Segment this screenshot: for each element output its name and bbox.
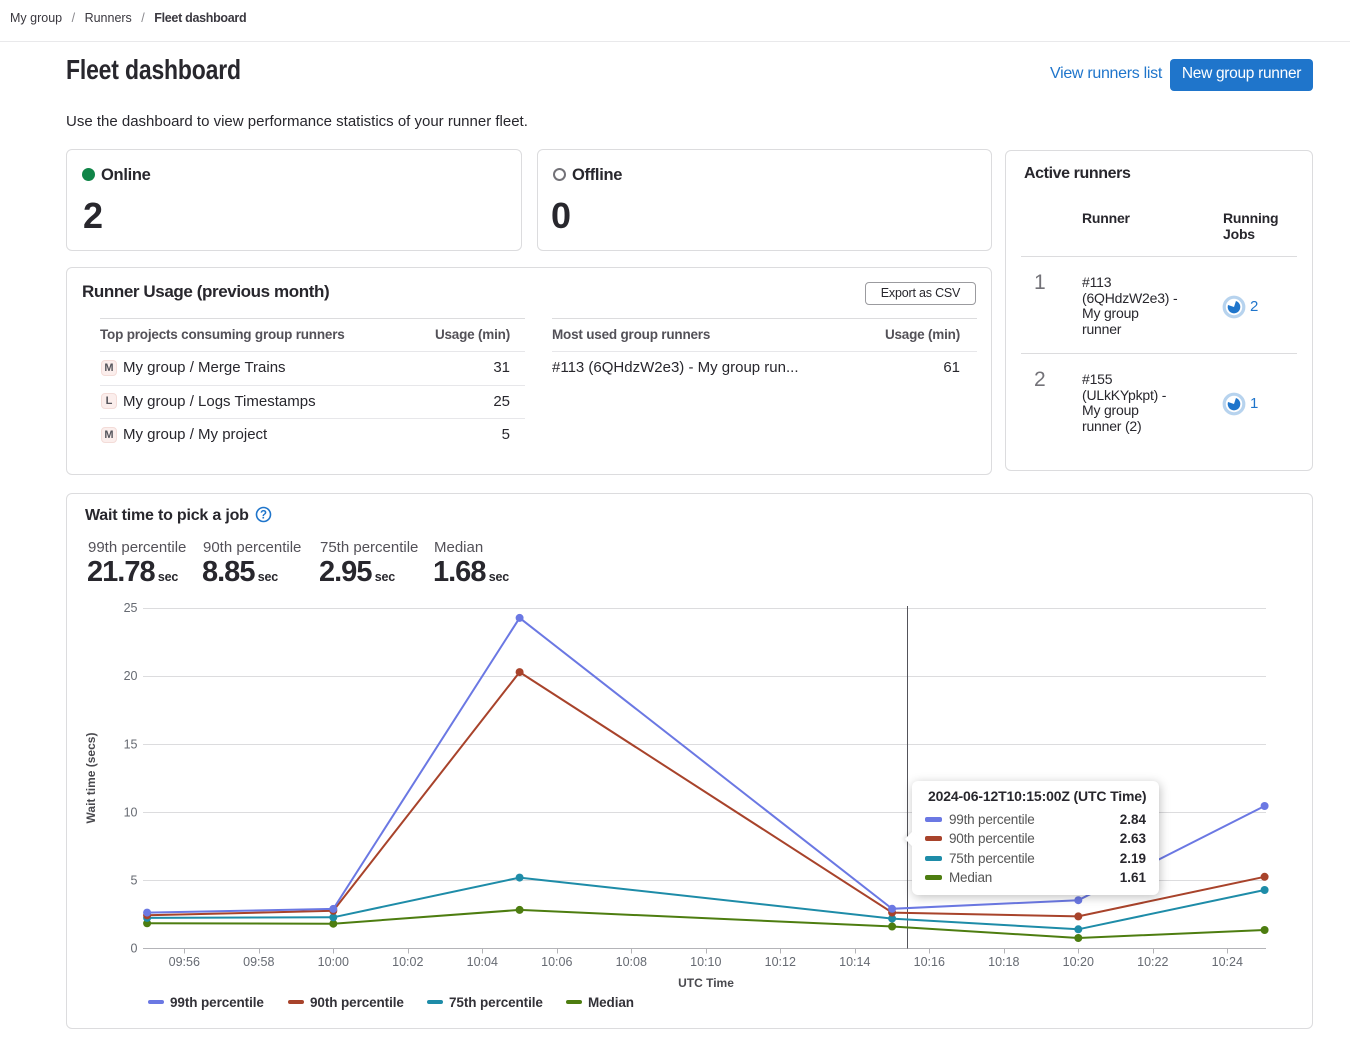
svg-text:10:04: 10:04 — [467, 955, 498, 969]
svg-text:20: 20 — [124, 669, 138, 683]
svg-text:10:00: 10:00 — [318, 955, 349, 969]
svg-text:10:10: 10:10 — [690, 955, 721, 969]
svg-text:10:14: 10:14 — [839, 955, 870, 969]
svg-text:10:22: 10:22 — [1137, 955, 1168, 969]
svg-text:10: 10 — [124, 805, 138, 819]
svg-text:25: 25 — [124, 601, 138, 615]
svg-text:10:18: 10:18 — [988, 955, 1019, 969]
svg-text:10:02: 10:02 — [392, 955, 423, 969]
svg-text:15: 15 — [124, 737, 138, 751]
svg-text:10:20: 10:20 — [1063, 955, 1094, 969]
svg-text:10:16: 10:16 — [914, 955, 945, 969]
svg-text:10:06: 10:06 — [541, 955, 572, 969]
svg-text:10:08: 10:08 — [616, 955, 647, 969]
svg-text:0: 0 — [131, 942, 138, 956]
svg-text:UTC Time: UTC Time — [678, 976, 734, 990]
svg-text:09:58: 09:58 — [243, 955, 274, 969]
svg-text:10:24: 10:24 — [1212, 955, 1243, 969]
svg-text:5: 5 — [131, 873, 138, 887]
svg-text:10:12: 10:12 — [765, 955, 796, 969]
svg-text:Wait time (secs): Wait time (secs) — [84, 733, 98, 824]
svg-text:09:56: 09:56 — [169, 955, 200, 969]
